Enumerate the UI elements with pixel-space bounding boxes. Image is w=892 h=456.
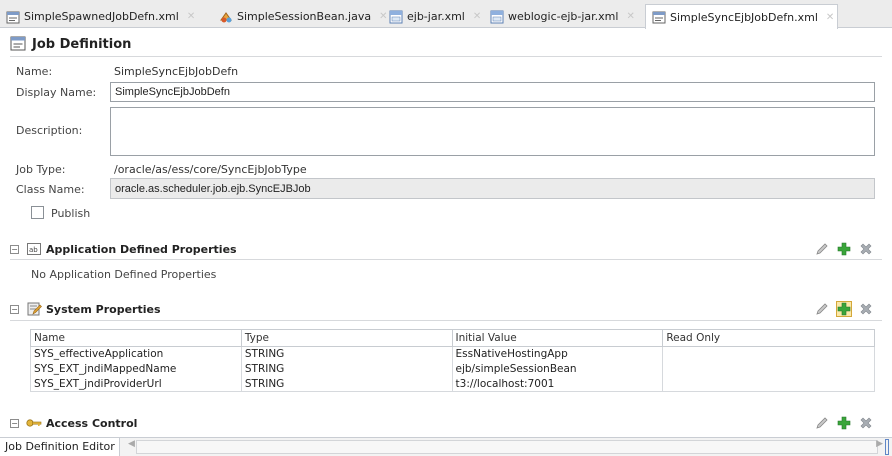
table-row[interactable]: SYS_effectiveApplication STRING EssNativ… — [30, 346, 875, 362]
cell-type: STRING — [240, 346, 453, 362]
cell-read-only — [662, 346, 875, 362]
close-icon[interactable]: ✕ — [626, 11, 634, 22]
delete-icon[interactable] — [858, 241, 874, 257]
cell-initial-value: EssNativeHostingApp — [451, 346, 664, 362]
column-header-read-only[interactable]: Read Only — [662, 329, 875, 347]
edit-pencil-icon[interactable] — [814, 301, 830, 317]
edit-pencil-icon[interactable] — [814, 415, 830, 431]
tab-label: weblogic-ejb-jar.xml — [508, 10, 619, 23]
scroll-end-marker — [885, 439, 889, 455]
delete-icon[interactable] — [858, 415, 874, 431]
page-header: Job Definition — [10, 35, 131, 54]
properties-edit-icon — [26, 302, 42, 316]
column-header-initial-value[interactable]: Initial Value — [451, 329, 664, 347]
column-header-name[interactable]: Name — [30, 329, 242, 347]
editor-bottom-bar: Job Definition Editor ◀ ▶ — [0, 437, 892, 456]
system-properties-table: Name Type Initial Value Read Only SYS_ef… — [30, 329, 875, 392]
job-definition-editor-tab[interactable]: Job Definition Editor — [0, 437, 120, 456]
property-field-icon: ab — [26, 242, 42, 256]
delete-icon[interactable] — [858, 301, 874, 317]
job-type-value: /oracle/as/ess/core/SyncEjbJobType — [114, 163, 307, 176]
table-row[interactable]: SYS_EXT_jndiMappedName STRING ejb/simple… — [30, 361, 875, 377]
cell-read-only — [662, 361, 875, 377]
publish-checkbox[interactable] — [31, 206, 44, 219]
description-field[interactable] — [110, 107, 875, 156]
cell-type: STRING — [240, 361, 453, 377]
cell-type: STRING — [240, 376, 453, 392]
edit-pencil-icon[interactable] — [814, 241, 830, 257]
tab-label: ejb-jar.xml — [407, 10, 465, 23]
horizontal-scrollbar[interactable] — [136, 440, 878, 454]
access-control-header: − Access Control — [10, 414, 874, 432]
section-title: Application Defined Properties — [46, 242, 237, 256]
job-definition-icon — [5, 9, 20, 24]
header-divider — [10, 56, 882, 57]
collapse-toggle[interactable]: − — [10, 418, 19, 428]
scroll-left-icon[interactable]: ◀ — [128, 439, 135, 449]
cell-name: SYS_EXT_jndiMappedName — [30, 361, 242, 377]
xml-file-icon — [489, 9, 504, 24]
section-title: Access Control — [46, 416, 138, 430]
section-title: System Properties — [46, 302, 161, 316]
tab-ejb-jar[interactable]: ejb-jar.xml ✕ — [383, 5, 481, 28]
close-icon[interactable]: ✕ — [187, 11, 195, 22]
tab-simple-sync-ejb-job-defn[interactable]: SimpleSyncEjbJobDefn.xml ✕ — [645, 4, 838, 29]
java-class-icon — [218, 9, 233, 24]
class-name-field[interactable] — [110, 178, 875, 199]
collapse-toggle[interactable]: − — [10, 244, 19, 254]
cell-initial-value: ejb/simpleSessionBean — [451, 361, 664, 377]
description-label: Description: — [16, 124, 83, 137]
add-icon[interactable] — [836, 241, 852, 257]
tab-simple-spawned-job-defn[interactable]: SimpleSpawnedJobDefn.xml ✕ — [0, 5, 195, 28]
tab-weblogic-ejb-jar[interactable]: weblogic-ejb-jar.xml ✕ — [484, 5, 635, 28]
table-header-row: Name Type Initial Value Read Only — [30, 329, 875, 347]
name-value: SimpleSyncEjbJobDefn — [114, 65, 239, 78]
page-title: Job Definition — [32, 37, 132, 52]
publish-label: Publish — [51, 207, 91, 220]
application-defined-properties-header: − ab Application Defined Properties — [10, 240, 874, 258]
editor-tab-strip: SimpleSpawnedJobDefn.xml ✕ SimpleSession… — [0, 0, 892, 29]
cell-read-only — [662, 376, 875, 392]
add-icon[interactable] — [836, 415, 852, 431]
display-name-field[interactable] — [110, 82, 875, 102]
section-divider — [10, 320, 882, 321]
scroll-right-icon[interactable]: ▶ — [876, 439, 883, 449]
system-properties-header: − System Properties — [10, 300, 874, 318]
close-icon[interactable]: ✕ — [826, 12, 834, 23]
xml-file-icon — [388, 9, 403, 24]
key-icon — [26, 416, 42, 430]
job-definition-icon — [651, 10, 666, 25]
tab-label: SimpleSyncEjbJobDefn.xml — [670, 10, 818, 24]
class-name-label: Class Name: — [16, 183, 85, 196]
close-icon[interactable]: ✕ — [473, 11, 481, 22]
no-app-props-text: No Application Defined Properties — [31, 268, 217, 281]
tab-label: SimpleSessionBean.java — [237, 10, 372, 23]
job-type-label: Job Type: — [16, 163, 66, 176]
cell-name: SYS_EXT_jndiProviderUrl — [30, 376, 242, 392]
name-label: Name: — [16, 65, 53, 78]
add-icon[interactable] — [836, 301, 852, 317]
cell-name: SYS_effectiveApplication — [30, 346, 242, 362]
table-row[interactable]: SYS_EXT_jndiProviderUrl STRING t3://loca… — [30, 376, 875, 392]
section-divider — [10, 259, 882, 260]
job-definition-icon — [10, 35, 26, 54]
tab-simple-session-bean[interactable]: SimpleSessionBean.java ✕ — [213, 5, 388, 28]
cell-initial-value: t3://localhost:7001 — [451, 376, 664, 392]
display-name-label: Display Name: — [16, 86, 97, 99]
svg-text:ab: ab — [29, 246, 38, 254]
tab-label: SimpleSpawnedJobDefn.xml — [24, 10, 179, 23]
column-header-type[interactable]: Type — [240, 329, 453, 347]
collapse-toggle[interactable]: − — [10, 304, 19, 314]
